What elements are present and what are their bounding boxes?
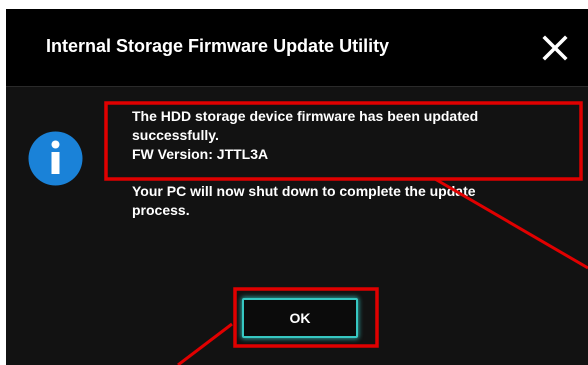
dialog-title: Internal Storage Firmware Update Utility [46,36,390,56]
ok-button[interactable]: OK [242,298,358,338]
screenshot-canvas: Internal Storage Firmware Update Utility… [0,0,588,365]
message-line: successfully. [132,127,219,143]
message-line: The HDD storage device firmware has been… [132,108,479,124]
shutdown-notice-text: Your PC will now shut down to complete t… [132,183,476,199]
firmware-version-text: FW Version: JTTL3A [132,146,269,162]
shutdown-notice-text: process. [132,202,190,218]
dialog-message: The HDD storage device firmware has been… [132,107,572,220]
close-button[interactable] [541,34,569,62]
dialog-title-bar: Internal Storage Firmware Update Utility [6,9,588,86]
info-icon [28,131,83,186]
firmware-update-dialog: Internal Storage Firmware Update Utility… [6,9,588,365]
title-divider [6,86,588,87]
close-icon [542,35,568,61]
